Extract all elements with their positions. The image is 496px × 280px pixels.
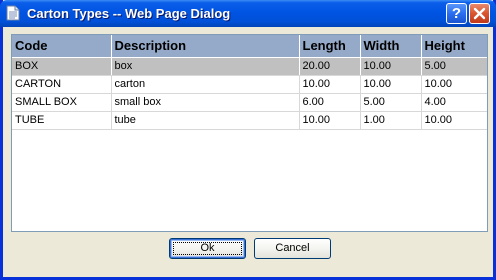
focus-rect: [173, 242, 242, 255]
cell-description: box: [111, 57, 300, 76]
carton-types-table: Code Description Length Width Height BOX…: [12, 35, 487, 130]
cell-height: 4.00: [421, 93, 487, 112]
cell-width: 5.00: [360, 93, 422, 112]
cell-height: 5.00: [421, 57, 487, 76]
cell-length: 20.00: [299, 57, 361, 76]
cell-height: 10.00: [421, 111, 487, 130]
window-title: Carton Types -- Web Page Dialog: [27, 6, 231, 21]
cell-description: tube: [111, 111, 300, 130]
cell-length: 10.00: [299, 75, 361, 94]
column-header-code[interactable]: Code: [12, 35, 112, 58]
dialog-window: Carton Types -- Web Page Dialog ? Code D…: [0, 0, 496, 280]
table-row[interactable]: CARTON carton 10.00 10.00 10.00: [12, 75, 487, 94]
close-button[interactable]: [469, 3, 490, 24]
help-button[interactable]: ?: [446, 3, 467, 24]
column-header-width[interactable]: Width: [360, 35, 422, 58]
help-button-label: ?: [451, 5, 462, 22]
document-icon: [6, 5, 20, 21]
ok-button[interactable]: Ok: [169, 238, 246, 259]
column-header-description[interactable]: Description: [111, 35, 300, 58]
table-row[interactable]: SMALL BOX small box 6.00 5.00 4.00: [12, 93, 487, 112]
cell-width: 1.00: [360, 111, 422, 130]
cell-code: SMALL BOX: [12, 93, 112, 112]
cell-code: TUBE: [12, 111, 112, 130]
cell-length: 6.00: [299, 93, 361, 112]
cancel-button-label: Cancel: [275, 242, 310, 254]
close-icon: [473, 7, 486, 20]
cell-description: small box: [111, 93, 300, 112]
cell-width: 10.00: [360, 75, 422, 94]
table-row[interactable]: TUBE tube 10.00 1.00 10.00: [12, 111, 487, 130]
table-row[interactable]: BOX box 20.00 10.00 5.00: [12, 57, 487, 76]
cell-height: 10.00: [421, 75, 487, 94]
carton-types-grid: Code Description Length Width Height BOX…: [11, 34, 488, 232]
column-header-length[interactable]: Length: [299, 35, 361, 58]
table-header-row: Code Description Length Width Height: [12, 35, 487, 58]
column-header-height[interactable]: Height: [421, 35, 487, 58]
title-bar[interactable]: Carton Types -- Web Page Dialog ?: [0, 0, 496, 27]
cell-code: CARTON: [12, 75, 112, 94]
cancel-button[interactable]: Cancel: [254, 238, 331, 259]
cell-description: carton: [111, 75, 300, 94]
cell-code: BOX: [12, 57, 112, 76]
cell-length: 10.00: [299, 111, 361, 130]
cell-width: 10.00: [360, 57, 422, 76]
